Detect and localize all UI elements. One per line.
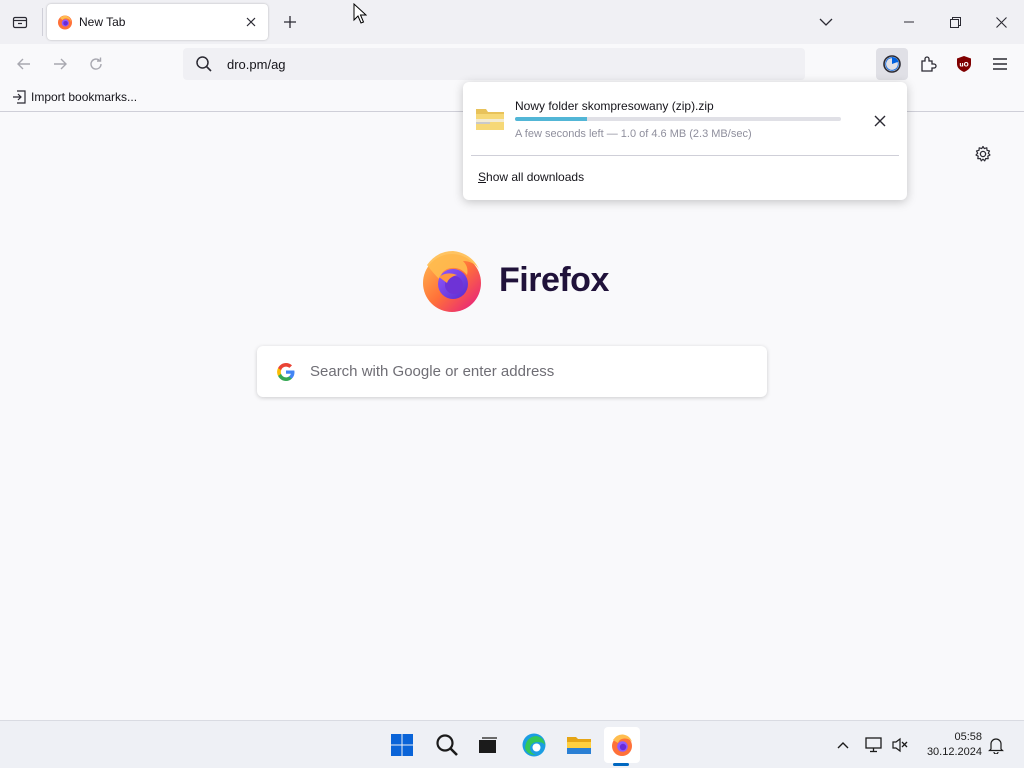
reload-icon	[90, 57, 102, 70]
clock-time: 05:58	[954, 731, 982, 743]
close-icon	[995, 16, 1007, 28]
navigation-toolbar: dro.pm/ag uO	[0, 44, 1024, 84]
new-tab-page: Firefox Search with Google or enter addr…	[0, 113, 1024, 720]
forward-button[interactable]	[48, 52, 72, 76]
svg-text:uO: uO	[959, 62, 968, 69]
network-icon	[865, 737, 882, 753]
download-status: A few seconds left — 1.0 of 4.6 MB (2.3 …	[515, 128, 752, 140]
downloads-button[interactable]	[876, 48, 908, 80]
search-icon	[196, 56, 212, 72]
show-all-downloads-button[interactable]: Show all downloads	[478, 170, 584, 184]
download-file-name: Nowy folder skompresowany (zip).zip	[515, 99, 714, 113]
search-input[interactable]: Search with Google or enter address	[257, 346, 767, 397]
close-window-button[interactable]	[978, 0, 1024, 44]
download-item[interactable]: Nowy folder skompresowany (zip).zip A fe…	[471, 90, 899, 152]
access-key: S	[478, 170, 487, 184]
cancel-download-button[interactable]	[869, 110, 891, 132]
new-tab-button[interactable]	[279, 11, 301, 33]
downloads-panel: Nowy folder skompresowany (zip).zip A fe…	[463, 82, 907, 200]
app-menu-button[interactable]	[984, 48, 1016, 80]
firefox-logo: Firefox	[419, 247, 609, 313]
menu-icon	[993, 58, 1007, 70]
google-icon	[277, 362, 295, 381]
firefox-taskbar-button[interactable]	[604, 727, 640, 763]
notification-icon	[988, 737, 1004, 754]
tab-title: New Tab	[79, 15, 126, 29]
brand-wordmark: Firefox	[499, 260, 609, 299]
clock-date: 30.12.2024	[926, 746, 982, 758]
close-icon	[874, 115, 886, 127]
personalize-button[interactable]	[973, 144, 993, 164]
zip-folder-icon	[476, 109, 504, 130]
chevron-down-icon	[819, 18, 833, 26]
show-all-downloads-label: how all downloads	[486, 170, 585, 184]
notifications-button[interactable]	[986, 735, 1006, 755]
restore-button[interactable]	[932, 0, 978, 44]
close-tab-icon[interactable]	[242, 13, 260, 31]
tab-strip: New Tab	[0, 0, 1024, 44]
search-placeholder: Search with Google or enter address	[310, 363, 555, 380]
firefox-icon	[58, 15, 72, 30]
mouse-cursor-icon	[353, 3, 367, 24]
ublock-icon: uO	[957, 56, 971, 72]
forward-icon	[54, 58, 67, 70]
chevron-up-icon	[837, 742, 849, 749]
list-all-tabs-button[interactable]	[815, 11, 837, 33]
back-icon	[17, 58, 30, 70]
file-explorer-button[interactable]	[561, 727, 597, 763]
start-icon	[391, 734, 413, 756]
file-explorer-icon	[567, 737, 591, 754]
firefox-logo-icon	[423, 251, 481, 312]
tab-new-tab[interactable]: New Tab	[47, 4, 268, 40]
restore-icon	[949, 16, 961, 28]
system-clock[interactable]: 05:58 30.12.2024	[918, 730, 982, 760]
download-progress-bar	[515, 117, 841, 121]
import-bookmarks-label: Import bookmarks...	[31, 90, 138, 104]
panel-divider	[471, 155, 899, 156]
plus-icon	[284, 16, 296, 28]
start-button[interactable]	[384, 727, 420, 763]
network-button[interactable]	[864, 735, 884, 755]
taskbar-search-button[interactable]	[429, 727, 465, 763]
address-bar[interactable]: dro.pm/ag	[183, 48, 805, 80]
edge-button[interactable]	[516, 727, 552, 763]
show-hidden-icons-button[interactable]	[833, 735, 853, 755]
extensions-button[interactable]	[912, 48, 944, 80]
tab-separator	[42, 8, 43, 36]
volume-button[interactable]	[890, 735, 910, 755]
edge-icon	[522, 733, 546, 757]
task-view-icon	[479, 737, 497, 753]
minimize-button[interactable]	[886, 0, 932, 44]
download-progress-fill	[515, 117, 587, 121]
reload-button[interactable]	[84, 52, 108, 76]
firefox-icon	[612, 734, 632, 756]
windows-taskbar: 05:58 30.12.2024	[0, 720, 1024, 768]
back-button[interactable]	[12, 52, 36, 76]
search-icon	[436, 734, 458, 756]
list-all-tabs-icon[interactable]	[8, 10, 32, 34]
ublock-button[interactable]: uO	[948, 48, 980, 80]
active-app-indicator	[613, 763, 629, 766]
downloads-icon	[883, 55, 901, 73]
url-text[interactable]: dro.pm/ag	[227, 57, 286, 72]
gear-icon	[975, 145, 991, 162]
extensions-icon	[921, 56, 937, 72]
speaker-muted-icon	[892, 737, 908, 753]
import-icon	[13, 90, 26, 104]
minimize-icon	[904, 21, 914, 23]
task-view-button[interactable]	[470, 727, 506, 763]
import-bookmarks-button[interactable]: Import bookmarks...	[12, 90, 137, 104]
